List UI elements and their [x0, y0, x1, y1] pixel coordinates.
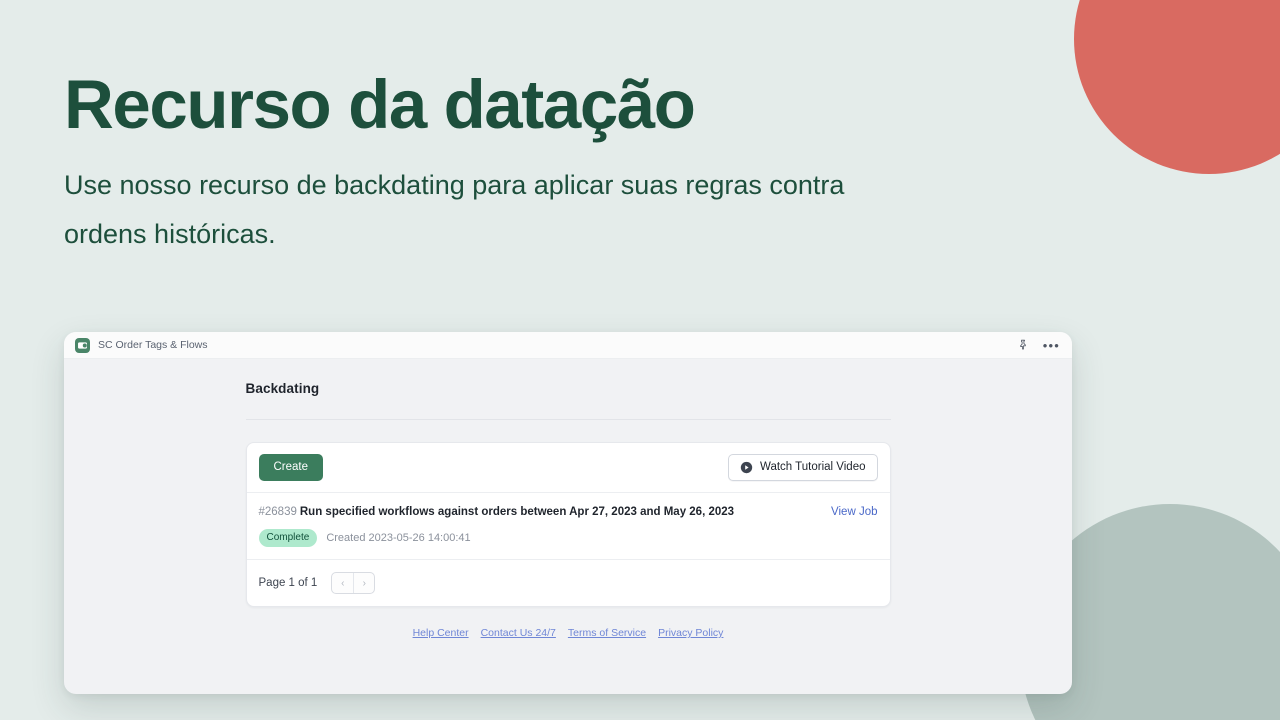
- app-name-label: SC Order Tags & Flows: [98, 339, 208, 351]
- job-row: #26839 Run specified workflows against or…: [246, 493, 890, 561]
- pager-controls: ‹ ›: [331, 572, 376, 595]
- pin-icon[interactable]: [1017, 339, 1029, 351]
- play-circle-icon: [740, 461, 753, 474]
- job-description: Run specified workflows against orders b…: [299, 506, 735, 518]
- titlebar-right-group: •••: [1017, 339, 1060, 352]
- window-titlebar: SC Order Tags & Flows •••: [64, 332, 1072, 359]
- footer-link-terms-of-service[interactable]: Terms of Service: [568, 627, 646, 639]
- window-body: Backdating Create Watch Tutorial Video #…: [64, 359, 1072, 694]
- page-count-label: Page 1 of 1: [258, 577, 318, 590]
- pagination: Page 1 of 1 ‹ ›: [247, 560, 890, 606]
- job-headline: #26839 Run specified workflows against or…: [259, 504, 735, 520]
- page-title: Recurso da datação: [64, 66, 696, 143]
- next-page-button[interactable]: ›: [353, 573, 374, 594]
- previous-page-button[interactable]: ‹: [332, 573, 353, 593]
- footer-link-contact-us[interactable]: Contact Us 24/7: [481, 627, 556, 639]
- job-row-secondary-line: Complete Created 2023-05-26 14:00:41: [258, 529, 878, 548]
- app-window: SC Order Tags & Flows ••• Backdating Cre…: [64, 332, 1072, 694]
- heading-divider: [245, 419, 891, 420]
- watch-tutorial-video-button[interactable]: Watch Tutorial Video: [728, 454, 878, 481]
- order-tag-icon: [75, 337, 90, 353]
- job-id: #26839: [258, 506, 297, 518]
- ellipsis-icon[interactable]: •••: [1043, 339, 1060, 352]
- footer-link-privacy-policy[interactable]: Privacy Policy: [658, 627, 723, 639]
- card-toolbar: Create Watch Tutorial Video: [246, 443, 890, 493]
- footer-link-help-center[interactable]: Help Center: [413, 627, 469, 639]
- page-subtitle: Use nosso recurso de backdating para apl…: [64, 169, 845, 249]
- decorative-circle-top-right: [1074, 0, 1280, 174]
- job-row-primary-line: #26839 Run specified workflows against or…: [259, 504, 878, 520]
- hero-section: Recurso da datação Use nosso recurso de …: [64, 66, 854, 259]
- titlebar-left-group: SC Order Tags & Flows: [75, 337, 1017, 353]
- page-container: Backdating Create Watch Tutorial Video #…: [245, 381, 891, 639]
- watch-tutorial-video-label: Watch Tutorial Video: [760, 461, 866, 474]
- job-created-timestamp: Created 2023-05-26 14:00:41: [326, 532, 471, 545]
- jobs-card: Create Watch Tutorial Video #26839 Run sp…: [245, 442, 891, 608]
- backdating-heading: Backdating: [245, 381, 320, 396]
- status-badge: Complete: [258, 529, 318, 548]
- create-button[interactable]: Create: [258, 454, 324, 481]
- view-job-link[interactable]: View Job: [831, 506, 877, 518]
- footer-links: Help Center Contact Us 24/7 Terms of Ser…: [246, 627, 891, 639]
